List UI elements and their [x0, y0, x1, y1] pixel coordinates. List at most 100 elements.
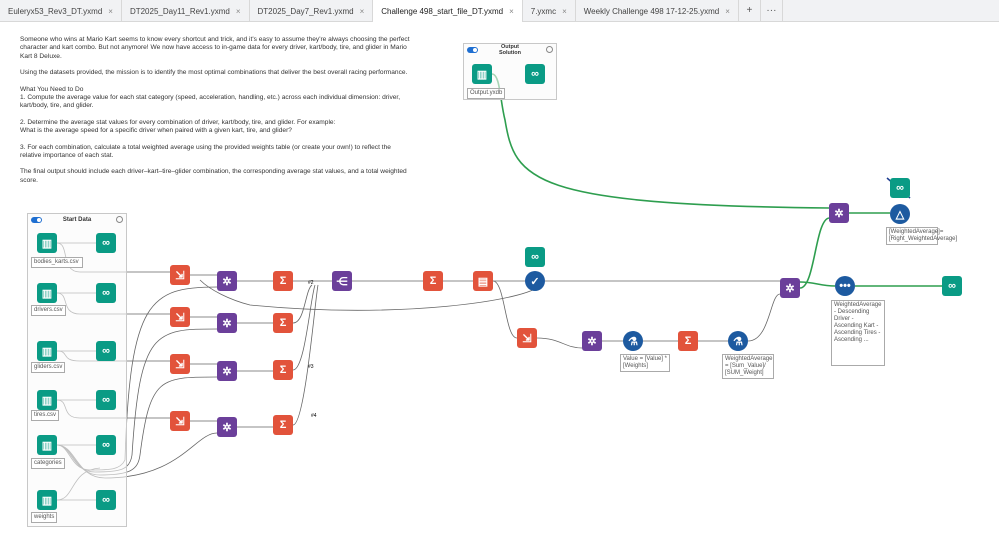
summarize-tool[interactable]: Σ [273, 415, 293, 435]
browse-tool[interactable]: ∞ [96, 435, 116, 455]
join-tool[interactable]: ✲ [217, 313, 237, 333]
sigma-icon: Σ [684, 335, 692, 347]
sigma-icon: Σ [279, 419, 287, 431]
join-icon: ✲ [222, 275, 232, 288]
browse-tool[interactable]: ∞ [96, 283, 116, 303]
collapse-icon[interactable] [116, 216, 123, 223]
transpose-tool[interactable]: ⇲ [170, 307, 190, 327]
browse-tool[interactable]: ∞ [96, 390, 116, 410]
book-icon: ▥ [41, 287, 53, 300]
summarize-tool[interactable]: Σ [273, 313, 293, 333]
binoculars-icon: ∞ [531, 68, 539, 80]
binoculars-icon: ∞ [102, 237, 110, 249]
tool-annotation: tires.csv [31, 410, 60, 421]
tool-annotation: Output.yxdb [467, 88, 506, 99]
input-data-tool-bodies-karts[interactable]: ▥ [37, 233, 57, 253]
join-tool[interactable]: ✲ [217, 361, 237, 381]
summarize-tool[interactable]: Σ [273, 360, 293, 380]
book-icon: ▥ [476, 68, 488, 81]
browse-tool[interactable]: ∞ [96, 341, 116, 361]
check-wave-icon: ✓ [530, 275, 540, 288]
sigma-icon: Σ [279, 275, 287, 287]
sort-dots-icon: ••• [839, 280, 851, 292]
book-icon: ▥ [41, 237, 53, 250]
transpose-tool[interactable]: ⇲ [517, 328, 537, 348]
binoculars-icon: ∞ [102, 494, 110, 506]
join-tool[interactable]: ✲ [780, 278, 800, 298]
transpose-icon: ⇲ [175, 358, 185, 371]
binoculars-icon: ∞ [102, 287, 110, 299]
browse-tool[interactable]: ∞ [525, 64, 545, 84]
tool-annotation: gliders.csv [31, 362, 66, 373]
browse-tool[interactable]: ∞ [525, 247, 545, 267]
tool-annotation: WeightedAverage = [Sum_Value]/ [SUM_Weig… [722, 354, 774, 379]
filter-tool[interactable]: △ [890, 204, 910, 224]
cross-tab-icon: ▤ [477, 275, 489, 288]
summarize-tool[interactable]: Σ [423, 271, 443, 291]
transpose-tool[interactable]: ⇲ [170, 265, 190, 285]
tool-annotation: WeightedAverage - Descending Driver - As… [831, 300, 885, 366]
join-icon: ✲ [222, 317, 232, 330]
sort-tool[interactable]: ••• [835, 276, 855, 296]
browse-tool[interactable]: ∞ [942, 276, 962, 296]
sigma-icon: Σ [279, 317, 287, 329]
formula-tool[interactable]: ⚗ [728, 331, 748, 351]
browse-tool[interactable]: ∞ [96, 490, 116, 510]
binoculars-icon: ∞ [102, 439, 110, 451]
container-toggle[interactable] [467, 47, 478, 53]
wire-label: #4 [311, 413, 317, 419]
book-icon: ▥ [41, 394, 53, 407]
join-icon: ✲ [785, 282, 795, 295]
wire-label: #3 [308, 364, 314, 370]
binoculars-icon: ∞ [102, 394, 110, 406]
collapse-icon[interactable] [546, 46, 553, 53]
flask-icon: ⚗ [733, 335, 743, 348]
binoculars-icon: ∞ [102, 345, 110, 357]
sigma-icon: Σ [429, 275, 437, 287]
join-tool[interactable]: ✲ [217, 271, 237, 291]
transpose-tool[interactable]: ⇲ [170, 411, 190, 431]
browse-tool[interactable]: ∞ [96, 233, 116, 253]
record-id-tool[interactable]: ✓ [525, 271, 545, 291]
join-tool[interactable]: ✲ [217, 417, 237, 437]
join-icon: ✲ [222, 421, 232, 434]
transpose-icon: ⇲ [522, 332, 532, 345]
book-icon: ▥ [41, 345, 53, 358]
tool-annotation: drivers.csv [31, 305, 66, 316]
join-icon: ✲ [834, 207, 844, 220]
transpose-icon: ⇲ [175, 311, 185, 324]
cross-tab-tool[interactable]: ▤ [473, 271, 493, 291]
tool-annotation: [WeightedAverage]= [Right_WeightedAverag… [886, 227, 957, 245]
text-input-tool-weights[interactable]: ▥ [37, 490, 57, 510]
binoculars-icon: ∞ [896, 182, 904, 194]
formula-tool[interactable]: ⚗ [623, 331, 643, 351]
input-data-tool-drivers[interactable]: ▥ [37, 283, 57, 303]
sigma-icon: Σ [279, 364, 287, 376]
input-data-tool-tires[interactable]: ▥ [37, 390, 57, 410]
union-icon: ⋲ [336, 275, 348, 288]
flask-icon: ⚗ [628, 335, 638, 348]
table-book-icon: ▥ [41, 494, 53, 507]
join-icon: ✲ [587, 335, 597, 348]
container-title: Output Solution [499, 44, 521, 56]
join-tool[interactable]: ✲ [582, 331, 602, 351]
container-toggle[interactable] [31, 217, 42, 223]
transpose-icon: ⇲ [175, 415, 185, 428]
join-icon: ✲ [222, 365, 232, 378]
join-tool[interactable]: ✲ [829, 203, 849, 223]
transpose-icon: ⇲ [175, 269, 185, 282]
tool-annotation: bodies_karts.csv [31, 257, 83, 268]
browse-tool[interactable]: ∞ [890, 178, 910, 198]
text-input-tool-categories[interactable]: ▥ [37, 435, 57, 455]
filter-triangle-icon: △ [895, 208, 905, 221]
input-data-tool-output[interactable]: ▥ [472, 64, 492, 84]
tool-annotation: weights [31, 512, 58, 523]
summarize-tool[interactable]: Σ [678, 331, 698, 351]
union-tool[interactable]: ⋲ [332, 271, 352, 291]
summarize-tool[interactable]: Σ [273, 271, 293, 291]
transpose-tool[interactable]: ⇲ [170, 354, 190, 374]
input-data-tool-gliders[interactable]: ▥ [37, 341, 57, 361]
binoculars-icon: ∞ [531, 251, 539, 263]
table-book-icon: ▥ [41, 439, 53, 452]
binoculars-icon: ∞ [948, 280, 956, 292]
